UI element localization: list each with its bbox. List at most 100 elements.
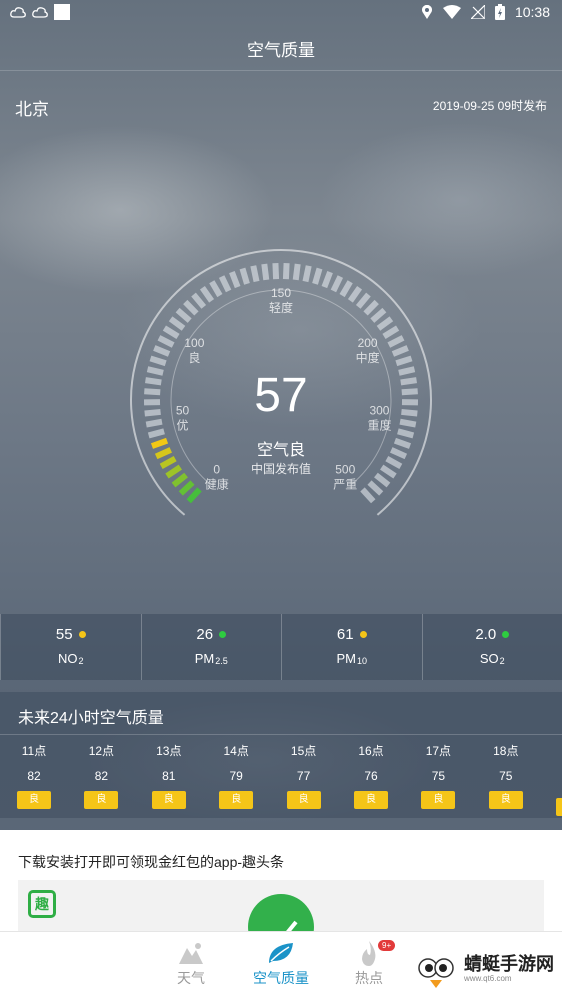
- gauge-segment: [398, 431, 413, 435]
- watermark-name: 蜻蜓手游网: [464, 954, 554, 974]
- wifi-icon: [443, 5, 461, 19]
- gauge-segment: [164, 328, 178, 336]
- gauge-segment: [315, 269, 319, 284]
- gauge-segment: [296, 264, 298, 280]
- forecast-hour: 18点 75 良: [486, 742, 526, 809]
- gauge-segment: [384, 328, 398, 336]
- gauge-segment: [178, 310, 190, 320]
- gauge-segment: [342, 282, 350, 296]
- pollutant-name: PM2.5: [142, 651, 282, 666]
- gauge-segment: [150, 358, 165, 363]
- ad-text[interactable]: 下载安装打开即可领现金红包的app-趣头条: [18, 852, 284, 872]
- tab-weather-label: 天气: [146, 968, 236, 988]
- tab-hot[interactable]: 9+ 热点: [324, 938, 414, 988]
- notification-badge: 9+: [378, 940, 395, 951]
- leaf-icon: [265, 939, 297, 967]
- gauge-segment: [232, 272, 238, 287]
- gauge-segment: [350, 288, 359, 301]
- gauge-segment: [324, 272, 330, 287]
- gauge-segment: [253, 266, 256, 282]
- pollutant-item[interactable]: 55 NO2: [0, 614, 141, 680]
- gauge-scale-level: 轻度: [269, 300, 293, 315]
- gauge-segment: [372, 310, 384, 320]
- gauge-segment: [242, 269, 246, 284]
- forecast-time: 11点: [14, 742, 54, 759]
- pollutant-item[interactable]: 61PM10: [281, 614, 422, 680]
- aqi-value: 57: [0, 368, 562, 423]
- gauge-segment: [362, 489, 373, 501]
- gauge-segment: [393, 348, 408, 354]
- city-name[interactable]: 北京: [15, 95, 49, 120]
- pollutant-bar: 55 NO2 26 PM2.561PM10 2.0 SO2: [0, 614, 562, 680]
- pollutant-name: NO2: [1, 651, 141, 666]
- gauge-scale-value: 150: [271, 286, 291, 300]
- ad-banner[interactable]: 下载安装打开即可领现金红包的app-趣头条 趣: [0, 830, 562, 940]
- forecast-hour: 16点76良: [351, 742, 391, 809]
- pollutant-value: 26: [196, 626, 213, 643]
- gauge-segment: [194, 295, 204, 307]
- title-bar: 空气质量: [0, 26, 562, 71]
- forecast-value: 77: [284, 769, 324, 783]
- forecast-time: 15点: [284, 742, 324, 759]
- forecast-time: 16点: [351, 742, 391, 759]
- forecast-level-badge: 良: [17, 791, 51, 809]
- pollutant-item[interactable]: 26 PM2.5: [141, 614, 282, 680]
- forecast-level-badge: 良: [287, 791, 321, 809]
- forecast-level-badge: 良: [354, 791, 388, 809]
- gauge-segment: [378, 319, 391, 328]
- page-title: 空气质量: [0, 36, 562, 61]
- gauge-segment: [333, 277, 340, 291]
- forecast-hour: 15点 77 良: [284, 742, 324, 809]
- status-dot: [360, 631, 367, 638]
- gauge-segment: [159, 338, 173, 345]
- gauge-segment: [396, 358, 411, 363]
- tab-air-quality[interactable]: 空气质量: [236, 938, 326, 988]
- forecast-hour: 13点81良: [149, 742, 189, 809]
- forecast-time: 17点: [418, 742, 458, 759]
- forecast-title: 未来24小时空气质量: [18, 704, 164, 728]
- pollutant-value: 61: [337, 626, 354, 643]
- pollutant-value: 55: [56, 626, 73, 643]
- status-bar: 10:38: [0, 0, 562, 26]
- forecast-hour-partial: [553, 742, 562, 816]
- divider: [0, 734, 562, 735]
- forecast-level-badge: 良: [489, 791, 523, 809]
- location-pin-icon: [421, 5, 433, 19]
- gauge-segment: [154, 348, 169, 354]
- aqi-source: 中国发布值: [0, 460, 562, 477]
- status-dot: [79, 631, 86, 638]
- tab-air-quality-label: 空气质量: [236, 968, 326, 988]
- watermark: 蜻蜓手游网 www.qt6.com: [414, 940, 554, 996]
- tab-hot-label: 热点: [324, 968, 414, 988]
- gauge-segment: [171, 319, 184, 328]
- gauge-segment: [286, 263, 287, 279]
- forecast-value: 82: [14, 769, 54, 783]
- forecast-value: 75: [486, 769, 526, 783]
- gauge-segment: [305, 266, 308, 282]
- pollutant-item[interactable]: 2.0 SO2: [422, 614, 562, 680]
- gauge-scale-level: 严重: [333, 478, 357, 492]
- pollutant-name: SO2: [423, 651, 562, 666]
- gauge-scale-level: 健康: [205, 477, 229, 492]
- forecast-panel[interactable]: 未来24小时空气质量 11点82良12点82良13点81良14点79良15点77…: [0, 692, 562, 818]
- pollutant-value: 2.0: [475, 626, 496, 643]
- tab-weather[interactable]: 天气: [146, 938, 236, 988]
- gauge-segment: [149, 431, 164, 435]
- gauge-segment: [181, 483, 193, 494]
- gauge-segment: [222, 277, 229, 291]
- battery-icon: [495, 4, 505, 20]
- status-dot: [502, 631, 509, 638]
- status-dot: [219, 631, 226, 638]
- forecast-time: 18点: [486, 742, 526, 759]
- gauge-segment: [212, 282, 220, 296]
- gauge-segment: [358, 295, 368, 307]
- forecast-value: 81: [149, 769, 189, 783]
- dragonfly-logo-icon: [414, 946, 458, 990]
- publish-time: 2019-09-25 09时发布: [433, 97, 547, 114]
- forecast-hour: 14点79良: [216, 742, 256, 809]
- watermark-url: www.qt6.com: [464, 974, 554, 983]
- clock: 10:38: [515, 4, 550, 20]
- gauge-segment: [189, 489, 200, 501]
- forecast-time: 12点: [81, 742, 121, 759]
- forecast-level-badge: 良: [219, 791, 253, 809]
